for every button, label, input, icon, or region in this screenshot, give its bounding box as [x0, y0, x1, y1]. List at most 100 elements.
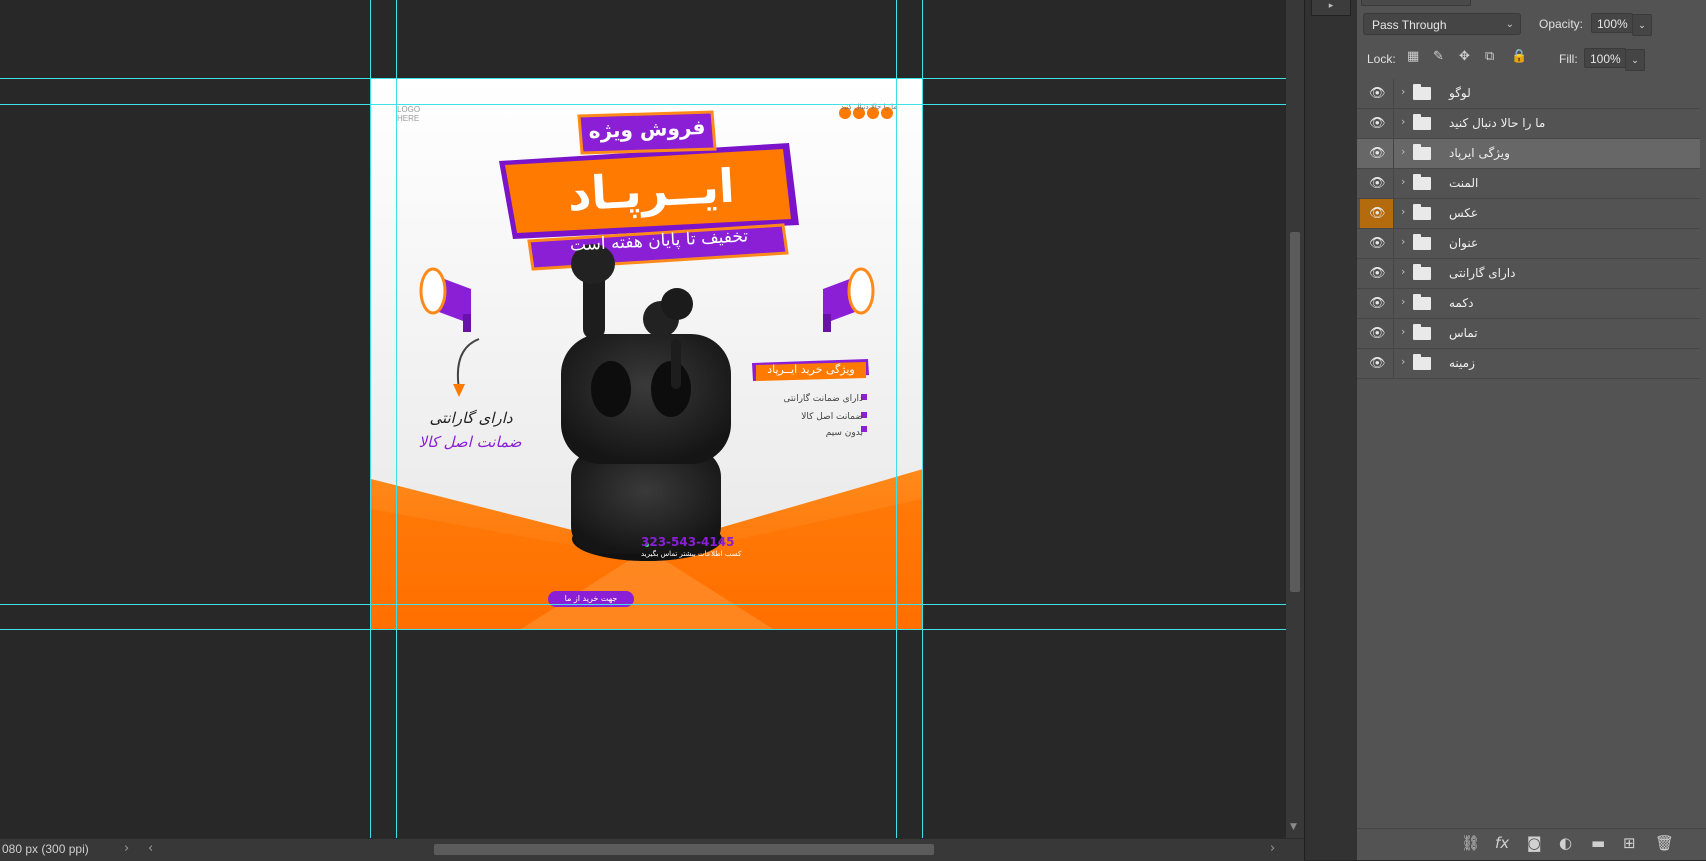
layer-row[interactable]: 👁 › المنت — [1357, 169, 1700, 199]
layer-row[interactable]: 👁 › دکمه — [1357, 289, 1700, 319]
logo-placeholder: LOGO HERE — [397, 105, 420, 123]
guide-line[interactable] — [0, 604, 1286, 605]
guide-line[interactable] — [0, 78, 1286, 79]
layer-row[interactable]: 👁 › لوگو — [1357, 79, 1700, 109]
new-layer-icon[interactable]: ⊞ — [1623, 834, 1636, 852]
visibility-toggle[interactable]: 👁 — [1360, 289, 1394, 318]
visibility-toggle[interactable]: 👁 — [1360, 259, 1394, 288]
layer-row[interactable]: 👁 › دارای گارانتی — [1357, 259, 1700, 289]
expand-group-icon[interactable]: › — [1401, 85, 1405, 98]
layer-row[interactable]: 👁 › ما را حالا دنبال کنید — [1357, 109, 1700, 139]
expand-group-icon[interactable]: › — [1401, 115, 1405, 128]
expand-group-icon[interactable]: › — [1401, 355, 1405, 368]
guide-line[interactable] — [0, 104, 1286, 105]
scroll-left-icon[interactable]: ‹ — [148, 841, 153, 856]
expand-group-icon[interactable]: › — [1401, 295, 1405, 308]
artboard[interactable]: LOGO HERE ما را حالا دنبال کنید فروش ویژ… — [371, 79, 923, 629]
layer-name[interactable]: تماس — [1449, 326, 1478, 340]
document-canvas[interactable]: LOGO HERE ما را حالا دنبال کنید فروش ویژ… — [0, 0, 1286, 838]
scroll-right-icon[interactable]: › — [1270, 841, 1275, 856]
layer-row[interactable]: 👁 › عکس — [1357, 199, 1700, 229]
layer-row[interactable]: 👁 › زمینه — [1357, 349, 1700, 379]
visibility-toggle[interactable]: 👁 — [1360, 169, 1394, 198]
scrollbar-thumb[interactable] — [1290, 232, 1300, 592]
lock-artboard-icon[interactable]: ⧉ — [1485, 49, 1494, 64]
expand-group-icon[interactable]: › — [1401, 265, 1405, 278]
fill-label: Fill: — [1559, 52, 1578, 66]
layer-name[interactable]: المنت — [1449, 176, 1478, 190]
eye-icon: 👁 — [1369, 86, 1386, 101]
horizontal-scrollbar-thumb[interactable] — [434, 844, 934, 855]
visibility-toggle[interactable]: 👁 — [1360, 139, 1394, 168]
opacity-dropdown-icon[interactable]: ⌄ — [1632, 14, 1652, 36]
eye-icon: 👁 — [1369, 356, 1386, 371]
guarantee-text-1: دارای گارانتی — [429, 409, 513, 427]
layer-name[interactable]: دکمه — [1449, 296, 1473, 310]
guide-line[interactable] — [396, 0, 397, 838]
panel-tab[interactable] — [1361, 0, 1471, 6]
contact-text: کسب اطلاعات بیشتر تماس بگیرید — [641, 550, 742, 558]
fill-dropdown-icon[interactable]: ⌄ — [1625, 49, 1645, 71]
folder-icon — [1413, 264, 1431, 280]
lock-label: Lock: — [1367, 52, 1396, 66]
feature-list: دارای ضمانت گارانتی ضمانت اصل کالا بدون … — [783, 391, 863, 441]
layer-style-fx-icon[interactable]: fx — [1495, 834, 1509, 852]
fill-input[interactable]: 100% ⌄ — [1584, 48, 1645, 71]
add-mask-icon[interactable]: ◙ — [1527, 834, 1542, 852]
folder-icon — [1413, 234, 1431, 250]
delete-layer-icon[interactable]: 🗑 — [1655, 834, 1674, 852]
layer-row[interactable]: 👁 › تماس — [1357, 319, 1700, 349]
lock-position-icon[interactable]: ✥ — [1459, 49, 1470, 64]
visibility-toggle[interactable]: 👁 — [1360, 229, 1394, 258]
chevron-down-icon: ⌄ — [1505, 19, 1514, 30]
layer-row[interactable]: 👁 › ویژگی ایرپاد — [1357, 139, 1700, 169]
layer-name[interactable]: عکس — [1449, 206, 1478, 220]
expand-group-icon[interactable]: › — [1401, 145, 1405, 158]
visibility-toggle[interactable]: 👁 — [1360, 79, 1394, 108]
eye-icon: 👁 — [1369, 176, 1386, 191]
status-expand-icon[interactable]: › — [124, 841, 129, 856]
guide-line[interactable] — [922, 0, 923, 838]
guide-line[interactable] — [0, 629, 1286, 630]
vertical-scrollbar[interactable]: ▼ — [1286, 0, 1304, 838]
badge-text: فروش ویژه — [588, 114, 706, 144]
document-info[interactable]: 080 px (300 ppi) — [2, 842, 89, 856]
opacity-input[interactable]: 100% ⌄ — [1591, 13, 1652, 36]
layers-list: 👁 › لوگو 👁 › ما را حالا دنبال کنید 👁 › ویژگی ایر… — [1357, 79, 1700, 379]
folder-icon — [1413, 174, 1431, 190]
expand-group-icon[interactable]: › — [1401, 205, 1405, 218]
collapse-panel-button[interactable]: ▸ — [1311, 0, 1351, 16]
layer-options-row: Pass Through ⌄ Opacity: 100% ⌄ — [1363, 13, 1703, 39]
lock-image-pixels-icon[interactable]: ✎ — [1433, 49, 1444, 64]
visibility-toggle[interactable]: 👁 — [1360, 349, 1394, 378]
layer-name[interactable]: ویژگی ایرپاد — [1449, 146, 1510, 160]
lock-all-icon[interactable]: 🔒 — [1511, 49, 1527, 64]
guide-line[interactable] — [896, 0, 897, 838]
layer-name[interactable]: دارای گارانتی — [1449, 266, 1515, 280]
link-layers-icon[interactable]: ⛓ — [1461, 834, 1480, 852]
phone-number: 323-543-4145 — [641, 535, 735, 549]
expand-group-icon[interactable]: › — [1401, 235, 1405, 248]
visibility-toggle[interactable]: 👁 — [1360, 199, 1394, 228]
layer-name[interactable]: لوگو — [1449, 86, 1471, 100]
layer-name[interactable]: عنوان — [1449, 236, 1478, 250]
logo-text-1: LOGO — [397, 105, 421, 114]
eye-icon: 👁 — [1369, 326, 1386, 341]
status-bar: 080 px (300 ppi) › ‹ › — [0, 838, 1304, 861]
visibility-toggle[interactable]: 👁 — [1360, 109, 1394, 138]
expand-group-icon[interactable]: › — [1401, 175, 1405, 188]
layer-name[interactable]: ما را حالا دنبال کنید — [1449, 116, 1545, 130]
layer-name[interactable]: زمینه — [1449, 356, 1475, 370]
layer-row[interactable]: 👁 › عنوان — [1357, 229, 1700, 259]
eye-icon: 👁 — [1369, 236, 1386, 251]
blend-mode-select[interactable]: Pass Through ⌄ — [1363, 13, 1521, 35]
guide-line[interactable] — [370, 0, 371, 838]
eye-icon: 👁 — [1369, 206, 1386, 221]
expand-group-icon[interactable]: › — [1401, 325, 1405, 338]
visibility-toggle[interactable]: 👁 — [1360, 319, 1394, 348]
adjustment-layer-icon[interactable]: ◐ — [1559, 834, 1572, 852]
lock-transparent-pixels-icon[interactable]: ▦ — [1407, 49, 1419, 64]
scroll-down-icon[interactable]: ▼ — [1290, 822, 1297, 832]
eye-icon: 👁 — [1369, 116, 1386, 131]
new-group-icon[interactable]: ▬ — [1591, 834, 1605, 852]
